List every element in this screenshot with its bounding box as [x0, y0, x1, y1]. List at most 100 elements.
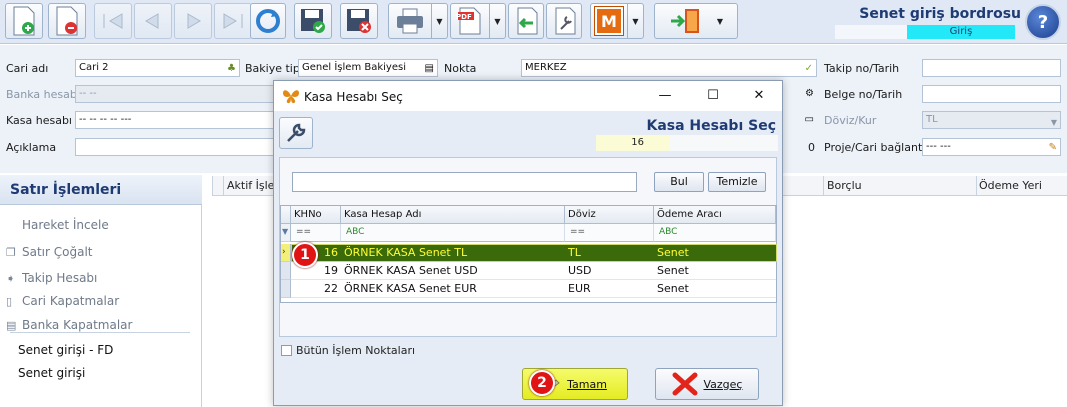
- delete-document-icon: [56, 6, 78, 36]
- save-cancel-icon: [347, 9, 371, 33]
- close-button[interactable]: ✕: [744, 86, 774, 106]
- search-input[interactable]: [292, 172, 637, 192]
- minimize-button[interactable]: —: [650, 86, 680, 106]
- cell-doviz: TL: [565, 244, 654, 262]
- chevron-down-icon: ▼: [1050, 118, 1057, 127]
- grid-col-odeme[interactable]: Ödeme Yeri: [979, 179, 1042, 192]
- bakiye-tipi-select[interactable]: Genel İşlem Bakiyesi ▤: [298, 59, 438, 77]
- col-odeme-araci[interactable]: Ödeme Aracı: [654, 206, 776, 224]
- chevron-down-icon: ▼: [632, 16, 639, 26]
- exit-door-icon: [670, 9, 699, 33]
- cell-khno: 22: [291, 280, 341, 298]
- nav-label: Banka Kapatmalar: [22, 318, 133, 332]
- aciklama-input[interactable]: [75, 138, 275, 156]
- last-record-button[interactable]: [214, 3, 252, 39]
- banka-input[interactable]: -- --: [75, 85, 275, 103]
- proje-input[interactable]: --- --- ✎: [922, 138, 1061, 156]
- refresh-button[interactable]: [250, 3, 286, 39]
- nav-label: Cari Kapatmalar: [22, 294, 120, 308]
- cancel-label: Vazgeç: [703, 377, 743, 391]
- aciklama-label: Açıklama: [6, 141, 57, 154]
- lookup-icon: ▭: [804, 114, 814, 125]
- cari-adi-input[interactable]: Cari 2 ♣: [75, 59, 240, 77]
- people-icon: ♣: [227, 63, 236, 74]
- nav-senet-girisi[interactable]: Senet girişi: [18, 363, 208, 383]
- doviz-label: Döviz/Kur: [824, 114, 877, 127]
- filter-khno[interactable]: ==: [291, 224, 341, 242]
- nav-label: Hareket İncele: [22, 218, 109, 232]
- m-menu-dropdown[interactable]: ▼: [628, 3, 644, 39]
- nav-label: Satır Çoğalt: [22, 245, 93, 259]
- filter-icon: ▼: [282, 227, 289, 236]
- row-operations-title: Satır İşlemleri: [0, 175, 202, 205]
- print-dropdown[interactable]: ▼: [432, 3, 448, 39]
- kasa-input[interactable]: -- -- -- -- ---: [75, 111, 275, 129]
- save-cancel-button[interactable]: [340, 3, 378, 39]
- new-document-button[interactable]: [5, 3, 43, 39]
- previous-record-button[interactable]: [134, 3, 172, 39]
- takip-input[interactable]: [922, 59, 1061, 77]
- proje-value: --- ---: [926, 141, 951, 152]
- nav-satir-cogalt[interactable]: ❐ Satır Çoğalt: [6, 242, 196, 262]
- help-button[interactable]: ?: [1025, 4, 1061, 40]
- all-points-label: Bütün İşlem Noktaları: [296, 344, 416, 357]
- edit-icon: ✎: [1048, 142, 1057, 153]
- cari-adi-value: Cari 2: [79, 62, 109, 73]
- nav-hareket-incele[interactable]: Hareket İncele: [6, 215, 196, 235]
- row-operations-panel: Satır İşlemleri Hareket İncele ❐ Satır Ço…: [0, 175, 202, 407]
- minimize-icon: —: [658, 88, 672, 103]
- doviz-select[interactable]: TL ▼: [922, 111, 1061, 129]
- nav-cari-kapatmalar[interactable]: ▯ Cari Kapatmalar: [6, 291, 196, 311]
- arrow-document-icon: ➧: [6, 271, 16, 285]
- nokta-input[interactable]: MERKEZ ✓: [521, 59, 817, 77]
- nav-takip-hesabi[interactable]: ➧ Takip Hesabı: [6, 268, 196, 288]
- toolbar: ▼ PDF ▼ M ▼ ▼ Senet giriş bordrosu Giriş…: [0, 0, 1067, 44]
- col-khno[interactable]: KHNo: [291, 206, 341, 224]
- filter-odeme[interactable]: ABC: [654, 224, 776, 242]
- nav-label: Senet girişi: [18, 366, 86, 380]
- maximize-button[interactable]: ☐: [698, 86, 728, 106]
- all-points-checkbox[interactable]: [281, 345, 292, 356]
- list-document-icon: ▤: [6, 318, 17, 332]
- cancel-button[interactable]: Vazgeç: [655, 368, 759, 400]
- belge-lookup[interactable]: ⚙: [785, 85, 817, 103]
- first-record-button[interactable]: [94, 3, 132, 39]
- delete-document-button[interactable]: [48, 3, 86, 39]
- kasa-lookup[interactable]: ▭: [785, 111, 817, 129]
- belge-input[interactable]: [922, 85, 1061, 103]
- next-record-button[interactable]: [174, 3, 212, 39]
- step-badge-1: 1: [292, 242, 318, 268]
- dialog-header-title: Kasa Hesabı Seç: [646, 118, 776, 134]
- document-settings-button[interactable]: [546, 3, 582, 39]
- import-button[interactable]: [508, 3, 544, 39]
- row-indicator: [281, 280, 291, 298]
- filter-name[interactable]: ABC: [341, 224, 565, 242]
- list-icon: ▤: [424, 63, 434, 74]
- filter-doviz[interactable]: ==: [565, 224, 654, 242]
- current-row-icon: ›: [282, 247, 286, 257]
- nav-senet-girisi-fd[interactable]: Senet girişi - FD: [18, 340, 208, 360]
- pdf-icon: [458, 7, 481, 35]
- dialog-settings-button[interactable]: [279, 117, 313, 149]
- copy-icon: ❐: [6, 245, 16, 259]
- status-badge: Giriş: [907, 25, 1015, 39]
- exit-button[interactable]: ▼: [654, 3, 738, 39]
- new-document-icon: [13, 6, 35, 36]
- pdf-dropdown[interactable]: ▼: [490, 3, 506, 39]
- print-button[interactable]: [388, 3, 432, 39]
- row-indicator: [281, 262, 291, 280]
- cross-icon: [672, 372, 697, 396]
- find-button[interactable]: Bul: [654, 172, 704, 192]
- pdf-button[interactable]: PDF: [450, 3, 490, 39]
- kasa-label: Kasa hesabı: [6, 114, 72, 127]
- import-icon: [517, 7, 538, 35]
- col-doviz[interactable]: Döviz: [565, 206, 654, 224]
- col-kasa-hesap-adi[interactable]: Kasa Hesap Adı: [341, 206, 565, 224]
- last-icon: [223, 13, 243, 29]
- save-button[interactable]: [294, 3, 332, 39]
- grid-col-borclu[interactable]: Borçlu: [827, 179, 862, 192]
- m-menu-button[interactable]: M: [590, 3, 628, 39]
- clear-button[interactable]: Temizle: [708, 172, 766, 192]
- grid-divider: [976, 176, 977, 196]
- row-indicator: ›: [281, 244, 291, 262]
